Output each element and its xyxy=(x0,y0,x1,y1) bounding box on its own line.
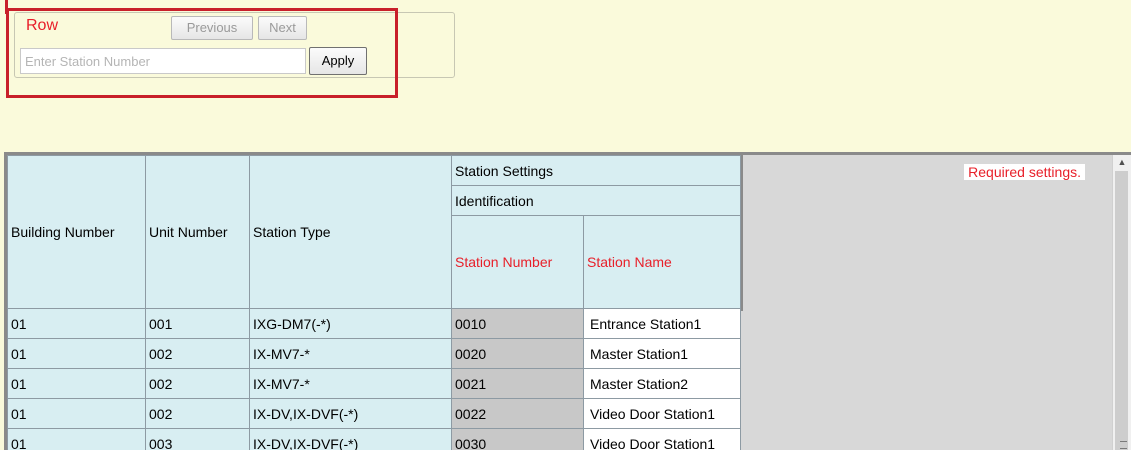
cell-station-name[interactable]: Master Station2 xyxy=(583,368,741,399)
row-label: Row xyxy=(26,17,59,34)
subgroup-header-identification: Identification xyxy=(451,185,741,216)
cell-station-number: 0010 xyxy=(451,308,584,339)
group-header-station-settings: Station Settings xyxy=(451,155,741,186)
previous-button[interactable]: Previous xyxy=(171,16,253,40)
next-button[interactable]: Next xyxy=(258,16,307,40)
required-settings-note: Required settings. xyxy=(964,164,1085,180)
cell-station-type: IX-DV,IX-DVF(-*) xyxy=(249,428,452,450)
cell-station-name[interactable]: Video Door Station1 xyxy=(583,428,741,450)
table-row[interactable]: 01 002 IX-MV7-* 0020 Master Station1 xyxy=(7,338,741,369)
cell-unit-number: 002 xyxy=(145,338,250,369)
scrollbar-grip-icon xyxy=(1120,441,1127,449)
cell-station-type: IX-MV7-* xyxy=(249,338,452,369)
station-number-input[interactable] xyxy=(20,48,306,74)
cell-unit-number: 003 xyxy=(145,428,250,450)
table-row[interactable]: 01 002 IX-MV7-* 0021 Master Station2 xyxy=(7,368,741,399)
scrollbar-thumb[interactable] xyxy=(1115,171,1128,450)
table-row[interactable]: 01 003 IX-DV,IX-DVF(-*) 0030 Video Door … xyxy=(7,428,741,450)
cell-station-number: 0021 xyxy=(451,368,584,399)
cell-station-number: 0030 xyxy=(451,428,584,450)
cell-unit-number: 002 xyxy=(145,398,250,429)
cell-building-number: 01 xyxy=(7,428,146,450)
cell-unit-number: 001 xyxy=(145,308,250,339)
table-row[interactable]: 01 001 IXG-DM7(-*) 0010 Entrance Station… xyxy=(7,308,741,339)
cell-station-name[interactable]: Entrance Station1 xyxy=(583,308,741,339)
scroll-up-arrow-icon[interactable]: ▲ xyxy=(1117,157,1127,167)
cell-station-name[interactable]: Video Door Station1 xyxy=(583,398,741,429)
cell-building-number: 01 xyxy=(7,398,146,429)
cell-station-number: 0022 xyxy=(451,398,584,429)
cell-building-number: 01 xyxy=(7,338,146,369)
cell-building-number: 01 xyxy=(7,368,146,399)
column-header-unit-number[interactable]: Unit Number xyxy=(145,155,250,309)
column-header-building-number[interactable]: Building Number xyxy=(7,155,146,309)
cell-station-type: IXG-DM7(-*) xyxy=(249,308,452,339)
table-empty-area: Required settings. xyxy=(740,155,1113,450)
table-row[interactable]: 01 002 IX-DV,IX-DVF(-*) 0022 Video Door … xyxy=(7,398,741,429)
cell-unit-number: 002 xyxy=(145,368,250,399)
settings-table-frame: Required settings. Building Number Unit … xyxy=(4,152,1131,450)
column-header-station-number[interactable]: Station Number xyxy=(451,215,584,309)
station-settings-table: Building Number Unit Number Station Type… xyxy=(7,155,741,450)
vertical-scrollbar[interactable]: ▲ xyxy=(1112,155,1131,450)
cell-station-type: IX-MV7-* xyxy=(249,368,452,399)
column-header-station-name[interactable]: Station Name xyxy=(583,215,741,309)
cell-station-name[interactable]: Master Station1 xyxy=(583,338,741,369)
cell-station-number: 0020 xyxy=(451,338,584,369)
column-header-station-type[interactable]: Station Type xyxy=(249,155,452,309)
cell-building-number: 01 xyxy=(7,308,146,339)
cell-station-type: IX-DV,IX-DVF(-*) xyxy=(249,398,452,429)
apply-button[interactable]: Apply xyxy=(309,47,367,75)
